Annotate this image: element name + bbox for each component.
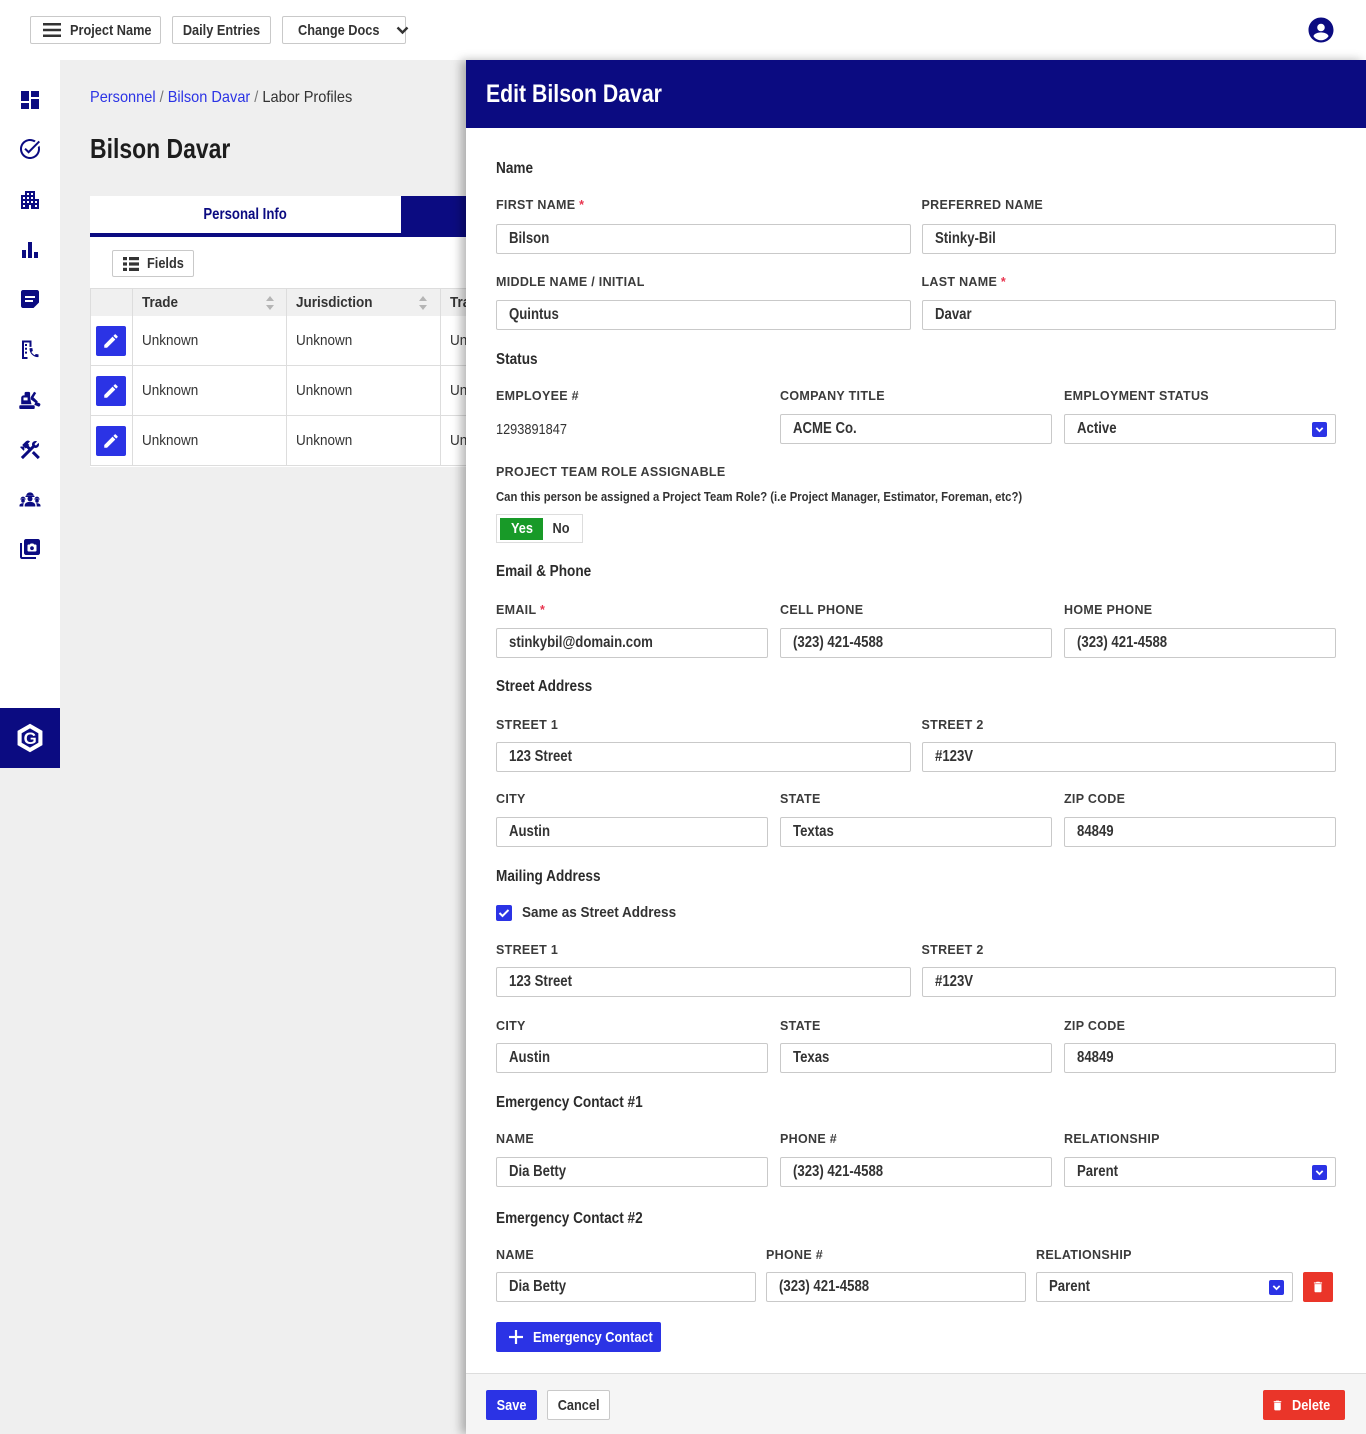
svg-text:G: G: [24, 729, 37, 748]
